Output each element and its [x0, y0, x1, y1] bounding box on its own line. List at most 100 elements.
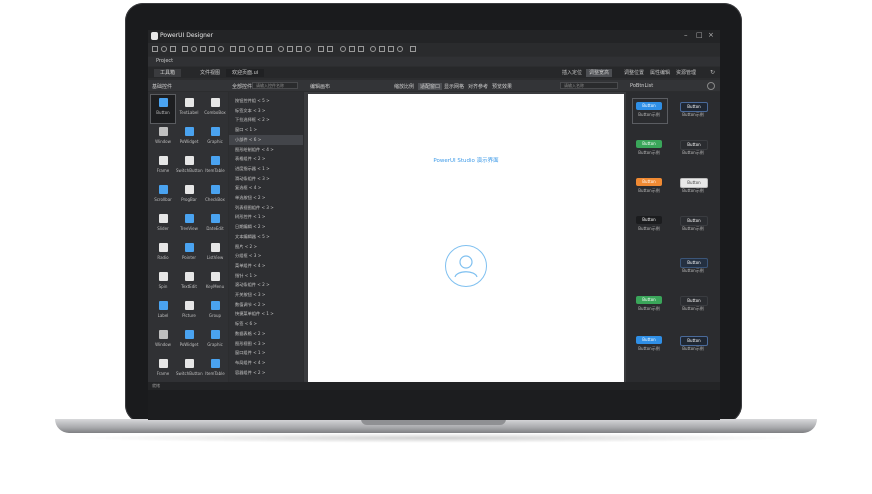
palette-item[interactable]: Picture	[176, 297, 202, 327]
toolbar-tool-icon[interactable]	[209, 46, 215, 52]
list-item[interactable]: 滑动条组件 < 3 >	[229, 174, 303, 184]
toolbar-tool-icon[interactable]	[161, 46, 167, 52]
style-sample-button[interactable]: Button	[636, 178, 662, 186]
palette-item[interactable]: TextEdit	[176, 268, 202, 298]
toolbar-tool-icon[interactable]	[182, 46, 188, 52]
list-item[interactable]: 表格组件 < 2 >	[229, 154, 303, 164]
palette-item[interactable]: Graphic	[202, 326, 228, 356]
list-item[interactable]: 布局组件 < 4 >	[229, 358, 303, 368]
canvas-control-preview[interactable]: 预览效果	[492, 83, 512, 90]
palette-item[interactable]: ProgBar	[176, 181, 202, 211]
toolbar-tool-icon[interactable]	[327, 46, 333, 52]
palette-item[interactable]: DateEdit	[202, 210, 228, 240]
tab-properties[interactable]: 属性编辑	[650, 69, 670, 77]
tab-position[interactable]: 调整位置	[624, 69, 644, 77]
list-item[interactable]: 小部件 < 6 >	[229, 134, 303, 145]
palette-item[interactable]: PoWidget	[176, 326, 202, 356]
list-item[interactable]: 图形绘制组件 < 4 >	[229, 145, 303, 155]
palette-item[interactable]: Pointer	[176, 239, 202, 269]
canvas-search-input[interactable]: 请输入名称	[560, 82, 618, 89]
palette-item[interactable]: Frame	[150, 152, 176, 182]
toolbar-tool-icon[interactable]	[230, 46, 236, 52]
palette-item[interactable]: SwitchButton	[176, 355, 203, 385]
palette-item[interactable]: KeyMenu	[202, 268, 228, 298]
refresh-icon[interactable]: ↻	[710, 69, 715, 76]
list-item[interactable]: 树形控件 < 1 >	[229, 212, 303, 222]
list-item[interactable]: 窗口 < 1 >	[229, 125, 303, 135]
toolbar-tool-icon[interactable]	[266, 46, 272, 52]
palette-item[interactable]: Window	[150, 123, 176, 153]
toolbar-tool-icon[interactable]	[379, 46, 385, 52]
palette-item[interactable]: Spin	[150, 268, 176, 298]
palette-item[interactable]: ItemTable	[202, 355, 228, 385]
list-item[interactable]: 指针 < 1 >	[229, 271, 303, 281]
list-item[interactable]: 菜单组件 < 4 >	[229, 261, 303, 271]
style-sample-button[interactable]: Button	[636, 102, 662, 110]
list-item[interactable]: 分组框 < 3 >	[229, 251, 303, 261]
list-item[interactable]: 容器组件 < 2 >	[229, 368, 303, 378]
palette-item[interactable]: Button	[150, 94, 176, 124]
palette-item[interactable]: Radio	[150, 239, 176, 269]
palette-item[interactable]: Graphic	[202, 123, 228, 153]
style-sample-button[interactable]: Button	[636, 216, 662, 224]
palette-item[interactable]: ComboBox	[202, 94, 228, 124]
toolbar-tool-icon[interactable]	[200, 46, 206, 52]
tab-document[interactable]: 欢迎页面.ui	[226, 69, 265, 77]
palette-item[interactable]: ListView	[202, 239, 228, 269]
style-sample-button[interactable]: Button	[680, 336, 708, 346]
design-canvas[interactable]: PowerUI Studio 演示界面	[308, 94, 624, 382]
canvas-control-zoom[interactable]: 缩放比例	[394, 83, 414, 90]
style-sample-button[interactable]: Button	[636, 140, 662, 148]
toolbar-tool-icon[interactable]	[257, 46, 263, 52]
style-sample-button[interactable]: Button	[636, 296, 662, 304]
palette-item[interactable]: PoWidget	[176, 123, 202, 153]
toolbar-tool-icon[interactable]	[296, 46, 302, 52]
list-item[interactable]: 日期编辑 < 2 >	[229, 222, 303, 232]
tab-toolbox[interactable]: 工具箱	[154, 69, 182, 77]
style-sample-button[interactable]: Button	[680, 296, 708, 306]
list-item[interactable]: 单选按钮 < 2 >	[229, 193, 303, 203]
toolbar-tool-icon[interactable]	[239, 46, 245, 52]
palette-item[interactable]: Window	[150, 326, 176, 356]
style-sample-button[interactable]: Button	[636, 336, 662, 344]
toolbar-tool-icon[interactable]	[248, 46, 254, 52]
toolbar-tool-icon[interactable]	[191, 46, 197, 52]
list-item[interactable]: 快捷菜单组件 < 1 >	[229, 309, 303, 319]
list-item[interactable]: 数值调节 < 2 >	[229, 300, 303, 310]
palette-item[interactable]: Frame	[150, 355, 176, 385]
toolbar-tool-icon[interactable]	[410, 46, 416, 52]
list-item[interactable]: 按钮控件组 < 5 >	[229, 96, 303, 106]
tab-resize[interactable]: 调整宽高	[586, 69, 613, 77]
add-icon[interactable]	[707, 82, 715, 90]
palette-item[interactable]: Scrollbar	[150, 181, 176, 211]
list-item[interactable]: 图片 < 2 >	[229, 242, 303, 252]
minimize-button[interactable]: –	[684, 31, 688, 39]
toolbar-tool-icon[interactable]	[349, 46, 355, 52]
style-sample-button[interactable]: Button	[680, 102, 708, 112]
list-item[interactable]: 列表视图组件 < 3 >	[229, 203, 303, 213]
palette-item[interactable]: TreeView	[176, 210, 202, 240]
toolbar-tool-icon[interactable]	[170, 46, 176, 52]
list-item[interactable]: 进度指示器 < 1 >	[229, 164, 303, 174]
tab-resources[interactable]: 资源管理	[676, 69, 696, 77]
toolbar-tool-icon[interactable]	[388, 46, 394, 52]
list-item[interactable]: 数据表格 < 2 >	[229, 329, 303, 339]
tab-insert-position[interactable]: 插入定位	[562, 69, 582, 77]
toolbar-tool-icon[interactable]	[152, 46, 158, 52]
list-item[interactable]: 文本编辑器 < 5 >	[229, 232, 303, 242]
canvas-control-grid[interactable]: 显示网格	[444, 83, 464, 90]
list-item[interactable]: 滚动条组件 < 2 >	[229, 280, 303, 290]
palette-item[interactable]: Slider	[150, 210, 176, 240]
style-sample-button[interactable]: Button	[680, 140, 708, 150]
list-item[interactable]: 下拉选择框 < 2 >	[229, 115, 303, 125]
tab-file-view[interactable]: 文件视图	[194, 69, 226, 77]
toolbar-tool-icon[interactable]	[318, 46, 324, 52]
list-item[interactable]: 图形视图 < 3 >	[229, 339, 303, 349]
list-item[interactable]: 复选框 < 4 >	[229, 183, 303, 193]
palette-item[interactable]: Group	[202, 297, 228, 327]
style-sample-button[interactable]: Button	[680, 178, 708, 188]
toolbar-tool-icon[interactable]	[278, 46, 284, 52]
toolbar-tool-icon[interactable]	[287, 46, 293, 52]
style-sample-button[interactable]: Button	[680, 258, 708, 268]
toolbar-tool-icon[interactable]	[218, 46, 224, 52]
